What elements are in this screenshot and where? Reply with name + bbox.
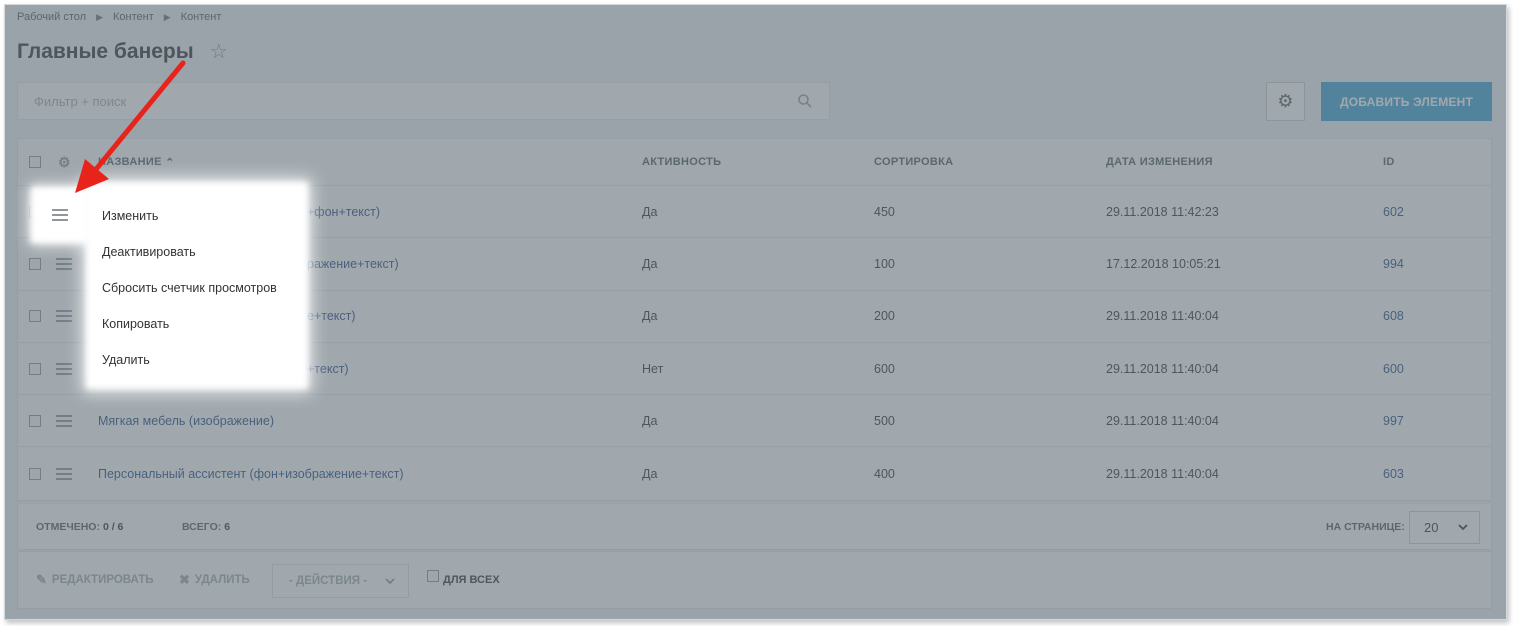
chevron-down-icon [385,578,395,585]
row-checkbox[interactable] [29,467,41,480]
breadcrumb-item-content-2[interactable]: Контент [181,11,222,23]
row-name-link[interactable]: +фон+текст) [307,186,380,237]
highlighted-row-menu-button[interactable] [37,193,83,237]
header-activity[interactable]: АКТИВНОСТЬ [642,139,721,185]
close-icon: ✖ [179,572,190,587]
row-date: 29.11.2018 11:40:04 [1106,361,1219,376]
row-date: 29.11.2018 11:40:04 [1106,413,1219,428]
row-name-link[interactable]: +текст) [307,343,349,394]
row-sort: 100 [874,256,895,271]
header-name[interactable]: НАЗВАНИЕ ⌃ [98,139,175,185]
total-counter: ВСЕГО: 6 [182,520,231,533]
pencil-icon: ✎ [36,572,47,587]
row-name-link[interactable]: е+текст) [307,291,356,342]
per-page-select[interactable]: 20 [1409,511,1480,544]
search-input[interactable] [34,93,797,109]
row-activity: Да [642,309,658,324]
row-id-link[interactable]: 994 [1383,238,1404,289]
edit-button[interactable]: ✎ РЕДАКТИРОВАТЬ [36,552,154,608]
row-context-menu: Изменить Деактивировать Сбросить счетчик… [92,188,302,383]
page-title: Главные банеры [17,39,194,63]
for-all-toggle[interactable]: ДЛЯ ВСЕХ [427,552,500,608]
row-id-link[interactable]: 603 [1383,447,1404,499]
group-actions-bar: ✎ РЕДАКТИРОВАТЬ ✖ УДАЛИТЬ - ДЕЙСТВИЯ - ДЛЯ… [17,551,1492,609]
search-icon[interactable] [797,93,813,109]
breadcrumb-item-desktop[interactable]: Рабочий стол [17,11,86,23]
breadcrumb: Рабочий стол ▶ Контент ▶ Контент [17,11,221,23]
table-row: Мягкая мебель (изображение) Да 500 29.11… [18,395,1491,448]
menu-item-edit[interactable]: Изменить [92,198,302,234]
per-page-label: НА СТРАНИЦЕ: [1326,520,1405,533]
chevron-right-icon: ▶ [96,11,103,22]
gear-icon[interactable]: ⚙ [58,139,71,185]
row-checkbox[interactable] [29,310,41,323]
row-checkbox[interactable] [29,362,41,375]
checked-counter: ОТМЕЧЕНО: 0 / 6 [36,520,124,533]
chevron-right-icon: ▶ [163,11,171,22]
row-date: 29.11.2018 11:40:04 [1106,466,1219,481]
row-sort: 450 [874,204,895,219]
table-header: ⚙ НАЗВАНИЕ ⌃ АКТИВНОСТЬ СОРТИРОВКА ДАТА … [18,139,1491,186]
row-name-link[interactable]: Персональный ассистент (фон+изображение+… [98,447,403,499]
select-all-checkbox[interactable] [29,156,41,168]
sort-asc-icon: ⌃ [165,156,175,169]
row-activity: Да [642,413,658,428]
menu-item-delete[interactable]: Удалить [92,342,302,378]
row-name-link[interactable]: ражение+текст) [307,238,399,289]
row-id-link[interactable]: 997 [1383,395,1404,446]
row-date: 29.11.2018 11:42:23 [1106,204,1219,219]
table-footer: ОТМЕЧЕНО: 0 / 6 ВСЕГО: 6 НА СТРАНИЦЕ: 20 [17,504,1492,550]
row-id-link[interactable]: 600 [1383,343,1404,394]
menu-item-copy[interactable]: Копировать [92,306,302,342]
row-activity: Да [642,466,658,481]
row-sort: 200 [874,309,895,324]
star-icon[interactable]: ☆ [210,39,228,64]
header-sort[interactable]: СОРТИРОВКА [874,139,953,185]
settings-button[interactable]: ⚙ [1266,82,1305,121]
header-id[interactable]: ID [1383,139,1395,185]
row-id-link[interactable]: 608 [1383,291,1404,342]
row-activity: Да [642,204,658,219]
row-activity: Да [642,256,658,271]
chevron-down-icon [1458,524,1468,531]
row-date: 17.12.2018 10:05:21 [1106,256,1221,271]
search-bar[interactable] [17,82,830,120]
add-element-button[interactable]: ДОБАВИТЬ ЭЛЕМЕНТ [1321,82,1492,121]
row-checkbox[interactable] [29,257,41,270]
header-date[interactable]: ДАТА ИЗМЕНЕНИЯ [1106,139,1213,185]
row-menu-icon[interactable] [56,467,72,480]
row-menu-icon[interactable] [56,310,72,323]
row-checkbox[interactable] [29,414,41,427]
row-sort: 500 [874,413,895,428]
row-name-link[interactable]: Мягкая мебель (изображение) [98,395,274,446]
screenshot-frame: Рабочий стол ▶ Контент ▶ Контент Главные… [4,4,1507,620]
hamburger-icon [52,209,68,221]
row-menu-icon[interactable] [56,414,72,427]
page-title-row: Главные банеры ☆ [17,39,228,64]
for-all-checkbox[interactable] [427,570,439,582]
gear-icon: ⚙ [1277,91,1294,111]
menu-item-reset-views[interactable]: Сбросить счетчик просмотров [92,270,302,306]
row-activity: Нет [642,361,664,376]
row-date: 29.11.2018 11:40:04 [1106,309,1219,324]
actions-select[interactable]: - ДЕЙСТВИЯ - [272,564,409,598]
breadcrumb-item-content[interactable]: Контент [113,11,154,23]
menu-item-deactivate[interactable]: Деактивировать [92,234,302,270]
table-row: Персональный ассистент (фон+изображение+… [18,447,1491,499]
row-id-link[interactable]: 602 [1383,186,1404,237]
row-sort: 400 [874,466,895,481]
row-menu-icon[interactable] [56,362,72,375]
row-sort: 600 [874,361,895,376]
delete-button[interactable]: ✖ УДАЛИТЬ [179,552,250,608]
row-menu-icon[interactable] [56,257,72,270]
